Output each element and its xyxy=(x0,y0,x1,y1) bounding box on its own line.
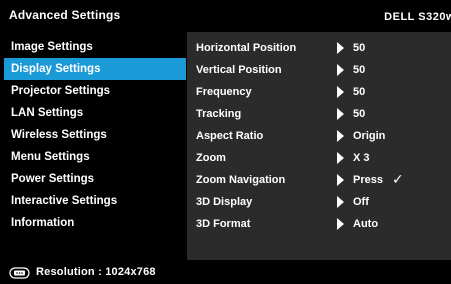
status-bar: Resolution : 1024x768 xyxy=(0,262,451,283)
menu-item-lan-settings[interactable]: LAN Settings xyxy=(4,102,186,124)
arrow-right-icon xyxy=(337,196,344,208)
setting-value: Press xyxy=(353,174,383,186)
setting-value: 50 xyxy=(353,42,366,54)
setting-label: Horizontal Position xyxy=(196,42,297,54)
page-title: Advanced Settings xyxy=(9,8,121,22)
setting-row-frequency[interactable]: Frequency 50 xyxy=(187,82,451,102)
setting-row-tracking[interactable]: Tracking 50 xyxy=(187,104,451,124)
checkmark-icon: ✓ xyxy=(392,171,404,187)
monitor-input-icon xyxy=(9,266,30,279)
setting-row-horizontal-position[interactable]: Horizontal Position 50 xyxy=(187,38,451,58)
setting-label: Vertical Position xyxy=(196,64,282,76)
left-menu: Image Settings Display Settings Projecto… xyxy=(4,36,186,234)
setting-row-vertical-position[interactable]: Vertical Position 50 xyxy=(187,60,451,80)
setting-label: Aspect Ratio xyxy=(196,130,264,142)
resolution-status: Resolution : 1024x768 xyxy=(36,266,156,278)
osd-window: Advanced Settings DELL S320w Image Setti… xyxy=(0,0,451,283)
setting-row-3d-format[interactable]: 3D Format Auto xyxy=(187,214,451,234)
menu-item-power-settings[interactable]: Power Settings xyxy=(4,168,186,190)
menu-item-display-settings[interactable]: Display Settings xyxy=(4,58,186,80)
menu-item-interactive-settings[interactable]: Interactive Settings xyxy=(4,190,186,212)
arrow-right-icon xyxy=(337,174,344,186)
setting-row-3d-display[interactable]: 3D Display Off xyxy=(187,192,451,212)
arrow-right-icon xyxy=(337,130,344,142)
setting-value: Origin xyxy=(353,130,386,142)
arrow-right-icon xyxy=(337,42,344,54)
setting-value: 50 xyxy=(353,86,366,98)
arrow-right-icon xyxy=(337,152,344,164)
setting-label: Frequency xyxy=(196,86,252,98)
title-bar: Advanced Settings DELL S320w xyxy=(0,0,451,32)
setting-label: 3D Display xyxy=(196,196,253,208)
arrow-right-icon xyxy=(337,218,344,230)
setting-label: 3D Format xyxy=(196,218,251,230)
arrow-right-icon xyxy=(337,64,344,76)
setting-label: Tracking xyxy=(196,108,242,120)
setting-label: Zoom xyxy=(196,152,226,164)
display-settings-panel: Horizontal Position 50 Vertical Position… xyxy=(187,32,451,260)
model-name: DELL S320w xyxy=(384,11,451,23)
setting-row-zoom[interactable]: Zoom X 3 xyxy=(187,148,451,168)
setting-value: 50 xyxy=(353,108,366,120)
menu-item-menu-settings[interactable]: Menu Settings xyxy=(4,146,186,168)
menu-item-projector-settings[interactable]: Projector Settings xyxy=(4,80,186,102)
setting-row-aspect-ratio[interactable]: Aspect Ratio Origin xyxy=(187,126,451,146)
setting-row-zoom-navigation[interactable]: Zoom Navigation Press ✓ xyxy=(187,170,451,190)
setting-label: Zoom Navigation xyxy=(196,174,286,186)
setting-value: Auto xyxy=(353,218,379,230)
setting-value: X 3 xyxy=(353,152,370,164)
setting-value: 50 xyxy=(353,64,366,76)
menu-item-image-settings[interactable]: Image Settings xyxy=(4,36,186,58)
menu-item-information[interactable]: Information xyxy=(4,212,186,234)
arrow-right-icon xyxy=(337,86,344,98)
setting-value: Off xyxy=(353,196,369,208)
menu-item-wireless-settings[interactable]: Wireless Settings xyxy=(4,124,186,146)
arrow-right-icon xyxy=(337,108,344,120)
